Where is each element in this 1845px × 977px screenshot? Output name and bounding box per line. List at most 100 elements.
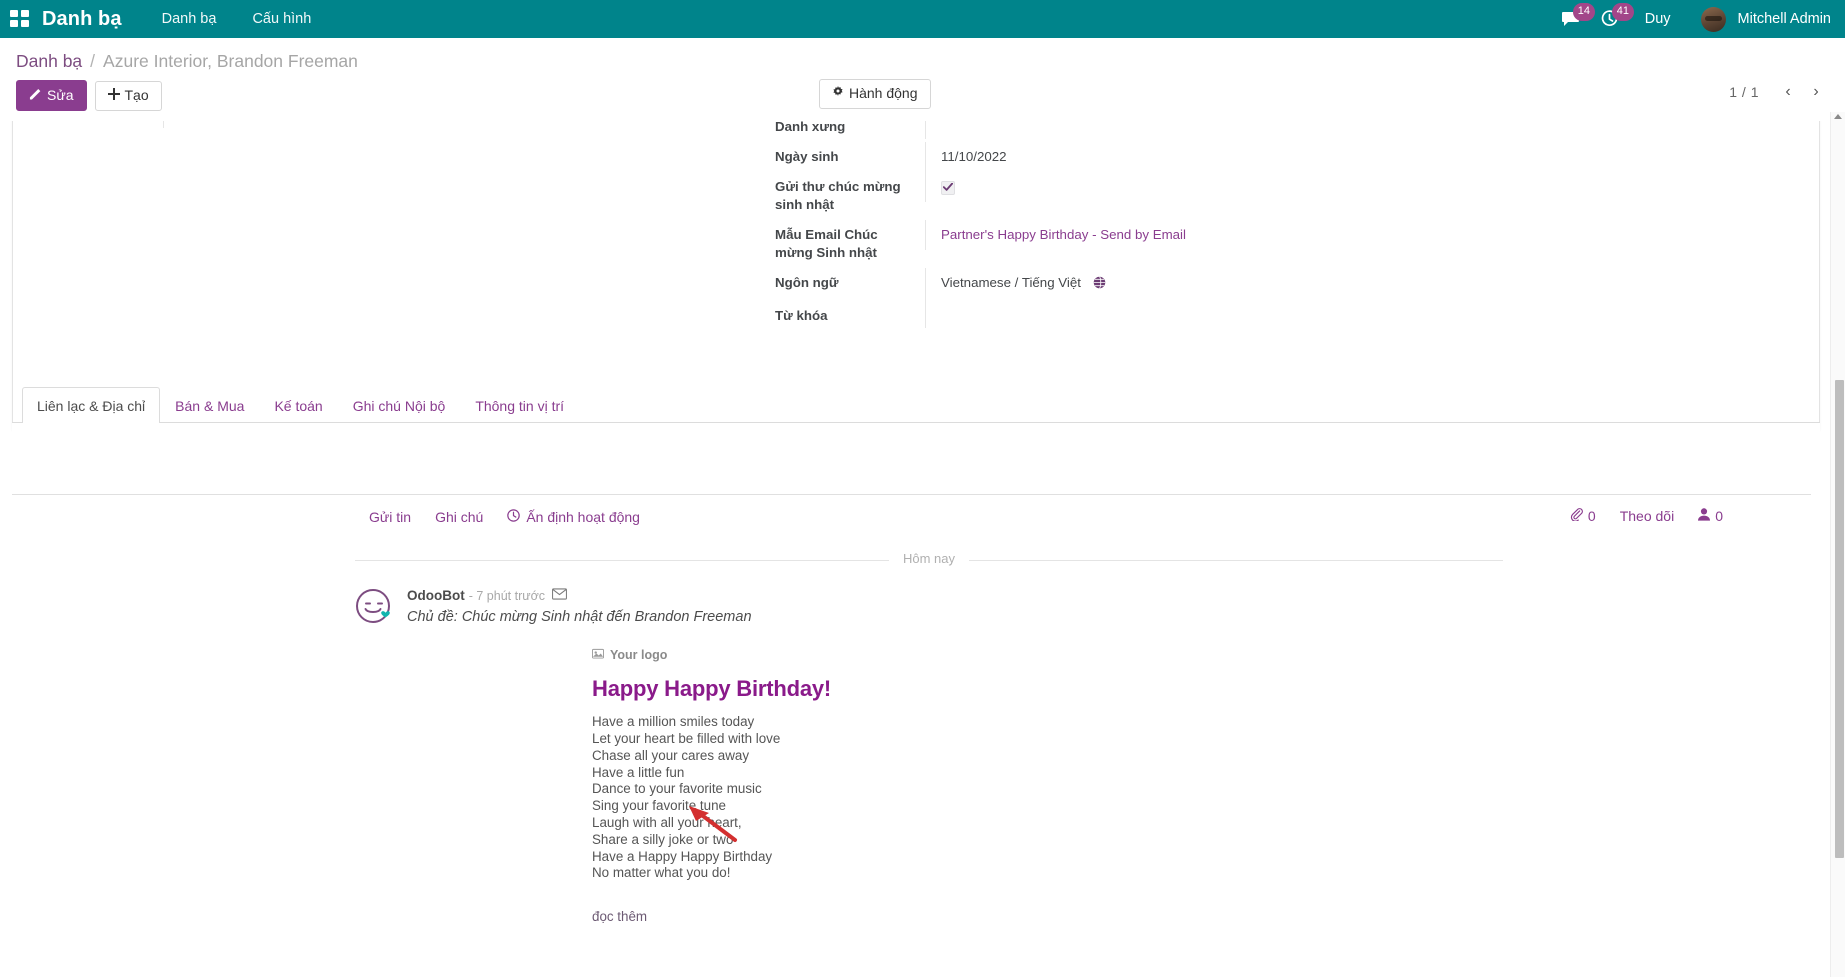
pager-value: 1 / 1 [1729, 84, 1759, 100]
check-icon [943, 183, 953, 192]
field-row-language: Ngôn ngữ Vietnamese / Tiếng Việt [775, 268, 1675, 300]
edit-button[interactable]: Sửa [16, 80, 87, 111]
message-subject: Chủ đề: Chúc mừng Sinh nhật đến Brandon … [407, 609, 1823, 625]
follow-button[interactable]: Theo dõi [1606, 506, 1688, 526]
followers-button[interactable]: 0 [1688, 506, 1733, 526]
pencil-icon [29, 87, 42, 103]
breadcrumb-separator: / [90, 51, 95, 72]
gear-icon [832, 86, 844, 101]
breadcrumb-root[interactable]: Danh bạ [16, 51, 82, 72]
apps-grid-icon[interactable] [10, 10, 30, 28]
schedule-activity-button[interactable]: Ấn định hoạt động [495, 507, 652, 527]
create-button[interactable]: Tạo [95, 81, 162, 111]
logo-placeholder-label: Your logo [610, 648, 667, 662]
tab-accounting[interactable]: Kế toán [259, 387, 337, 423]
pager-previous-button[interactable]: ‹ [1775, 80, 1801, 104]
menu-item-configuration[interactable]: Cấu hình [252, 11, 311, 27]
tab-internal-notes[interactable]: Ghi chú Nội bộ [338, 387, 461, 423]
field-row-tags: Từ khóa [775, 301, 1675, 331]
send-message-button[interactable]: Gửi tin [357, 507, 423, 527]
poem-line: Chase all your cares away [592, 748, 1823, 765]
notebook: Liên lạc & Địa chỉ Bán & Mua Kế toán Ghi… [12, 387, 1820, 486]
attachments-button[interactable]: 0 [1560, 506, 1606, 526]
top-navbar: Danh bạ Danh bạ Cấu hình 14 41 Duy [0, 0, 1845, 38]
chatter-date-separator: Hôm nay [355, 550, 1503, 570]
attachments-count: 0 [1588, 508, 1596, 524]
chatter-message-header: OdooBot - 7 phút trước [407, 588, 1823, 604]
avatar [1701, 7, 1726, 32]
activities-button[interactable]: 41 [1590, 0, 1629, 38]
tab-contacts-addresses[interactable]: Liên lạc & Địa chỉ [22, 387, 160, 423]
field-value-tags[interactable] [925, 301, 1675, 328]
chatter-status-tools: 0 Theo dõi 0 [1560, 506, 1733, 526]
vertical-scrollbar[interactable] [1830, 112, 1845, 977]
poem-line: Share a silly joke or two [592, 832, 1823, 849]
send-birthday-mail-checkbox[interactable] [941, 181, 955, 195]
chatter: Gửi tin Ghi chú Ấn định hoạt động [0, 494, 1823, 924]
tab-sales-purchase[interactable]: Bán & Mua [160, 387, 259, 423]
menu-item-contacts[interactable]: Danh bạ [162, 11, 217, 27]
language-value-text: Vietnamese / Tiếng Việt [941, 275, 1081, 290]
notebook-tabs: Liên lạc & Địa chỉ Bán & Mua Kế toán Ghi… [12, 387, 1820, 423]
activities-badge: 41 [1612, 3, 1634, 21]
form-fields-group: Danh xưng Ngày sinh 11/10/2022 Gửi thư c… [775, 112, 1675, 331]
broken-image-icon [592, 648, 604, 662]
chatter-topbar: Gửi tin Ghi chú Ấn định hoạt động [12, 494, 1811, 538]
field-value-send-birthday-mail [925, 172, 1675, 202]
odoobot-avatar [355, 588, 393, 626]
read-more-link[interactable]: đọc thêm [592, 909, 647, 924]
poem-line: Sing your favorite tune [592, 798, 1823, 815]
pager: 1 / 1 ‹ › [1729, 80, 1829, 104]
user-icon [1698, 508, 1710, 524]
app-brand-title[interactable]: Danh bạ [42, 8, 122, 31]
field-value-birthday[interactable]: 11/10/2022 [925, 142, 1675, 172]
envelope-icon [552, 588, 567, 604]
edit-button-label: Sửa [47, 88, 74, 103]
poem-line: Laugh with all your heart, [592, 815, 1823, 832]
email-title: Happy Happy Birthday! [592, 676, 1823, 702]
notebook-active-pane [12, 423, 1820, 486]
form-sheet: Danh xưng Ngày sinh 11/10/2022 Gửi thư c… [12, 112, 1820, 430]
poem-line: Have a million smiles today [592, 714, 1823, 731]
clock-outline-icon [507, 509, 520, 525]
vertical-scrollbar-thumb[interactable] [1835, 380, 1844, 858]
control-panel-buttons: Sửa Tạo Hành động 1 / 1 ‹ › [16, 74, 1829, 121]
plus-icon [108, 88, 120, 103]
user-menu[interactable]: Mitchell Admin [1687, 7, 1831, 32]
schedule-activity-label: Ấn định hoạt động [526, 509, 640, 525]
tab-partner-assignment[interactable]: Thông tin vị trí [460, 387, 579, 423]
database-user-label[interactable]: Duy [1629, 11, 1687, 27]
action-button-label: Hành động [849, 86, 918, 101]
field-row-birthday-template: Mẫu Email Chúc mừng Sinh nhật Partner's … [775, 220, 1675, 268]
log-note-button[interactable]: Ghi chú [423, 507, 495, 527]
action-button[interactable]: Hành động [819, 79, 931, 109]
field-row-send-birthday-mail: Gửi thư chúc mừng sinh nhật [775, 172, 1675, 220]
field-label-send-birthday-mail: Gửi thư chúc mừng sinh nhật [775, 172, 925, 220]
field-value-language[interactable]: Vietnamese / Tiếng Việt [925, 268, 1675, 300]
breadcrumb: Danh bạ / Azure Interior, Brandon Freema… [16, 46, 1829, 74]
field-value-birthday-template[interactable]: Partner's Happy Birthday - Send by Email [925, 220, 1675, 250]
field-label-birthday: Ngày sinh [775, 142, 925, 172]
scroll-up-arrow-icon[interactable] [1834, 114, 1842, 119]
create-button-label: Tạo [125, 88, 149, 103]
field-row-birthday: Ngày sinh 11/10/2022 [775, 142, 1675, 172]
email-poem: Have a million smiles today Let your hea… [592, 714, 1823, 882]
messages-button[interactable]: 14 [1551, 0, 1590, 38]
chatter-compose-actions: Gửi tin Ghi chú Ấn định hoạt động [357, 507, 652, 527]
navbar-right-tools: 14 41 Duy Mitchell Admin [1551, 0, 1831, 38]
pager-next-button[interactable]: › [1803, 80, 1829, 104]
globe-icon[interactable] [1093, 276, 1106, 294]
user-name-label: Mitchell Admin [1738, 11, 1831, 27]
logo-placeholder: Your logo [592, 648, 667, 662]
message-author[interactable]: OdooBot [407, 588, 465, 604]
email-body: Your logo Happy Happy Birthday! Have a m… [407, 647, 1823, 924]
breadcrumb-current: Azure Interior, Brandon Freeman [103, 51, 358, 72]
poem-line: Have a Happy Happy Birthday [592, 849, 1823, 866]
chatter-message-body: OdooBot - 7 phút trước Chủ đề: Chúc mừng… [407, 588, 1823, 924]
chatter-message: OdooBot - 7 phút trước Chủ đề: Chúc mừng… [0, 570, 1823, 924]
date-separator-label: Hôm nay [889, 551, 969, 566]
field-label-birthday-template: Mẫu Email Chúc mừng Sinh nhật [775, 220, 925, 268]
message-timestamp: - 7 phút trước [469, 589, 545, 604]
poem-line: Dance to your favorite music [592, 781, 1823, 798]
field-label-tags: Từ khóa [775, 301, 925, 331]
